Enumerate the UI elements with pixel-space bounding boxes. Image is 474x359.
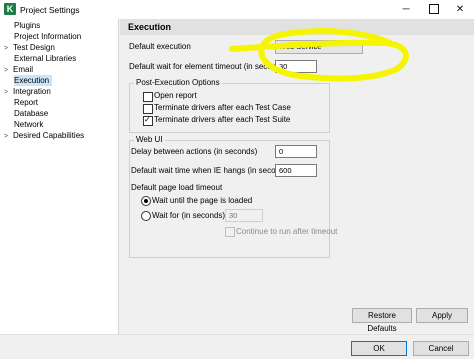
restore-defaults-button[interactable]: Restore Defaults — [352, 308, 412, 333]
tree-item-database[interactable]: Database — [14, 108, 48, 119]
wait-until-loaded-radio[interactable] — [141, 196, 151, 206]
chevron-right-icon[interactable]: > — [4, 87, 13, 98]
minimize-button[interactable]: ─ — [392, 0, 420, 19]
terminate-test-case-checkbox[interactable] — [143, 104, 153, 114]
default-execution-label: Default execution — [129, 42, 191, 51]
post-execution-title: Post-Execution Options — [134, 78, 222, 87]
maximize-button[interactable] — [420, 0, 448, 19]
tree-item-email[interactable]: > Email — [4, 64, 33, 75]
tree-item-project-information[interactable]: Project Information — [14, 31, 81, 42]
wait-for-radio[interactable] — [141, 211, 151, 221]
web-ui-title: Web UI — [134, 135, 165, 144]
settings-tree: Plugins Project Information > Test Design… — [0, 19, 119, 334]
page-title: Execution — [128, 22, 172, 32]
tree-item-external-libraries[interactable]: External Libraries — [14, 53, 76, 64]
chevron-down-icon: ▼ — [353, 42, 359, 48]
ok-button[interactable]: OK — [351, 341, 407, 356]
default-wait-label: Default wait for element timeout (in sec… — [129, 62, 288, 71]
title-bar: K Project Settings ─ ✕ — [0, 0, 474, 19]
ie-wait-input[interactable]: 600 — [275, 164, 317, 177]
ie-wait-label: Default wait time when IE hangs (in seco… — [131, 166, 292, 175]
tree-item-plugins[interactable]: Plugins — [14, 20, 40, 31]
cancel-button[interactable]: Cancel — [413, 341, 469, 356]
tree-item-desired-capabilities[interactable]: > Desired Capabilities — [4, 130, 84, 141]
chevron-right-icon[interactable]: > — [4, 65, 13, 76]
terminate-test-suite-checkbox[interactable] — [143, 115, 153, 126]
delay-label: Delay between actions (in seconds) — [131, 147, 258, 156]
wait-for-input[interactable]: 30 — [225, 209, 263, 222]
tree-item-integration[interactable]: > Integration — [4, 86, 51, 97]
web-ui-group: Web UI Delay between actions (in seconds… — [129, 135, 337, 258]
tree-item-network[interactable]: Network — [14, 119, 43, 130]
terminate-test-suite-label: Terminate drivers after each Test Suite — [154, 115, 291, 124]
tree-item-test-design[interactable]: > Test Design — [4, 42, 55, 53]
wait-for-label: Wait for (in seconds) — [152, 211, 226, 220]
wait-until-loaded-label: Wait until the page is loaded — [152, 196, 253, 205]
tree-item-execution[interactable]: Execution — [14, 75, 53, 86]
chevron-right-icon[interactable]: > — [4, 43, 13, 54]
terminate-test-case-label: Terminate drivers after each Test Case — [154, 103, 291, 112]
open-report-checkbox[interactable] — [143, 92, 153, 102]
panel-header: Execution — [120, 19, 474, 35]
continue-after-timeout-checkbox[interactable] — [225, 227, 235, 237]
apply-button[interactable]: Apply — [416, 308, 468, 323]
page-load-label: Default page load timeout — [131, 183, 223, 192]
default-execution-select[interactable]: Web Service ▼ — [275, 40, 363, 54]
dialog-button-bar: OK Cancel — [0, 334, 474, 359]
tree-item-report[interactable]: Report — [14, 97, 38, 108]
default-wait-input[interactable]: 30 — [275, 60, 317, 73]
post-execution-group: Post-Execution Options Open report Termi… — [129, 78, 330, 133]
execution-panel: Execution Default execution Web Service … — [120, 19, 474, 334]
close-button[interactable]: ✕ — [446, 0, 474, 19]
continue-after-timeout-label: Continue to run after timeout — [236, 227, 338, 236]
katalon-logo-icon: K — [4, 3, 16, 15]
window-title: Project Settings — [20, 5, 80, 15]
open-report-label: Open report — [154, 91, 197, 100]
chevron-right-icon[interactable]: > — [4, 131, 13, 142]
delay-input[interactable]: 0 — [275, 145, 317, 158]
default-execution-value: Web Service — [279, 42, 322, 51]
